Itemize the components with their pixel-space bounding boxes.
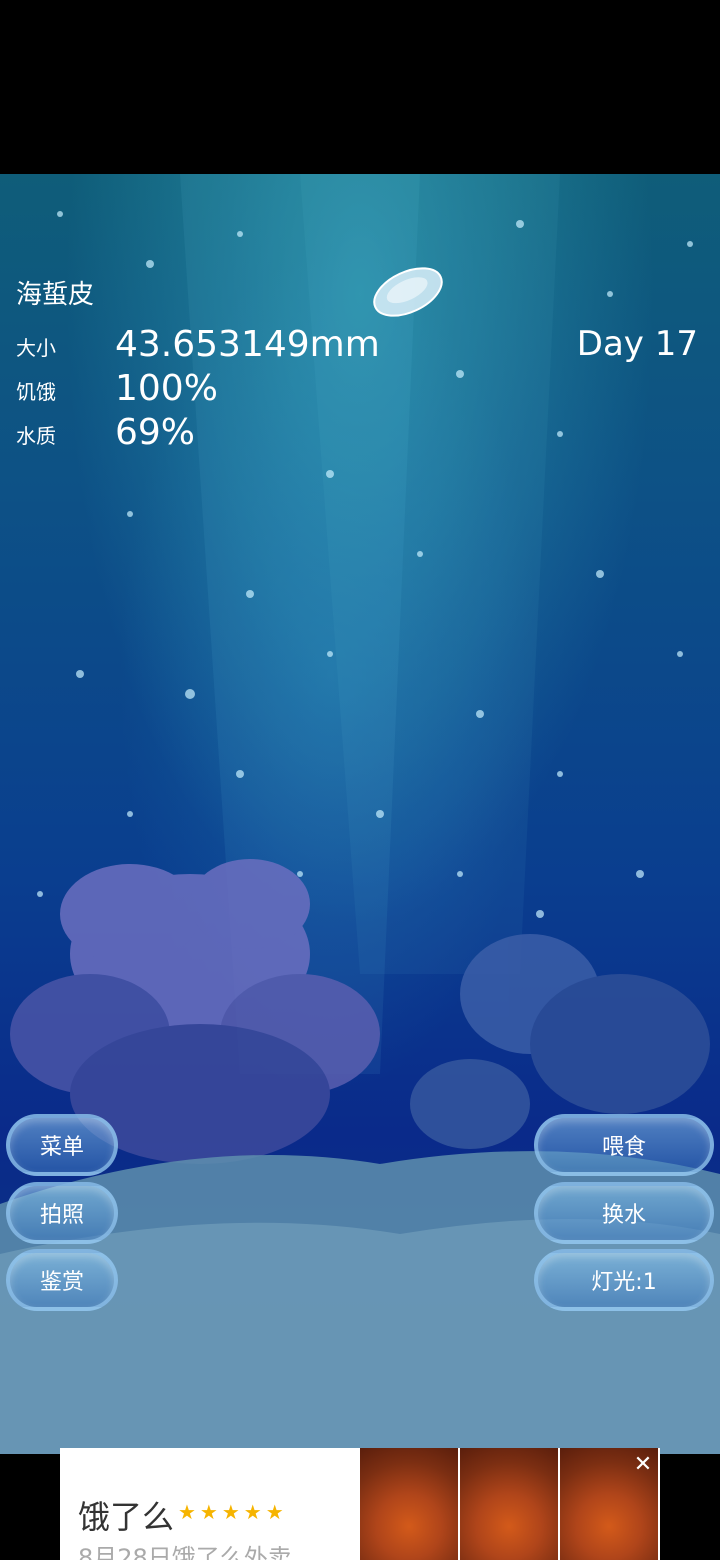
ad-image-1 bbox=[360, 1448, 458, 1560]
size-value: 43.653149mm bbox=[115, 324, 380, 365]
feed-button[interactable]: 喂食 bbox=[534, 1114, 714, 1176]
close-icon[interactable]: ✕ bbox=[630, 1452, 656, 1478]
stats-panel: 海蜇皮 大小 43.653149mm Day 17 饥饿 100% 水质 69% bbox=[0, 174, 720, 474]
water-quality-value: 69% bbox=[115, 412, 196, 453]
light-button[interactable]: 灯光:1 bbox=[534, 1249, 714, 1311]
ad-banner[interactable]: 饿了么 ★★★★★ 8月28日饿了么外卖 ✕ bbox=[60, 1448, 660, 1560]
day-counter: Day 17 bbox=[576, 324, 698, 364]
ad-title: 饿了么 bbox=[78, 1498, 175, 1536]
photo-button[interactable]: 拍照 bbox=[6, 1182, 118, 1244]
status-bar-area bbox=[0, 0, 720, 174]
ad-subtitle: 8月28日饿了么外卖 bbox=[78, 1544, 292, 1560]
hunger-value: 100% bbox=[115, 368, 218, 409]
ad-rating-stars: ★★★★★ bbox=[178, 1500, 288, 1524]
appreciate-button[interactable]: 鉴赏 bbox=[6, 1249, 118, 1311]
ad-image-2 bbox=[460, 1448, 558, 1560]
jellyfish-name: 海蜇皮 bbox=[16, 280, 95, 310]
change-water-button[interactable]: 换水 bbox=[534, 1182, 714, 1244]
aquarium-scene: 海蜇皮 大小 43.653149mm Day 17 饥饿 100% 水质 69%… bbox=[0, 174, 720, 1454]
water-quality-label: 水质 bbox=[16, 424, 56, 448]
menu-button[interactable]: 菜单 bbox=[6, 1114, 118, 1176]
hunger-label: 饥饿 bbox=[16, 380, 56, 404]
size-label: 大小 bbox=[16, 336, 56, 360]
